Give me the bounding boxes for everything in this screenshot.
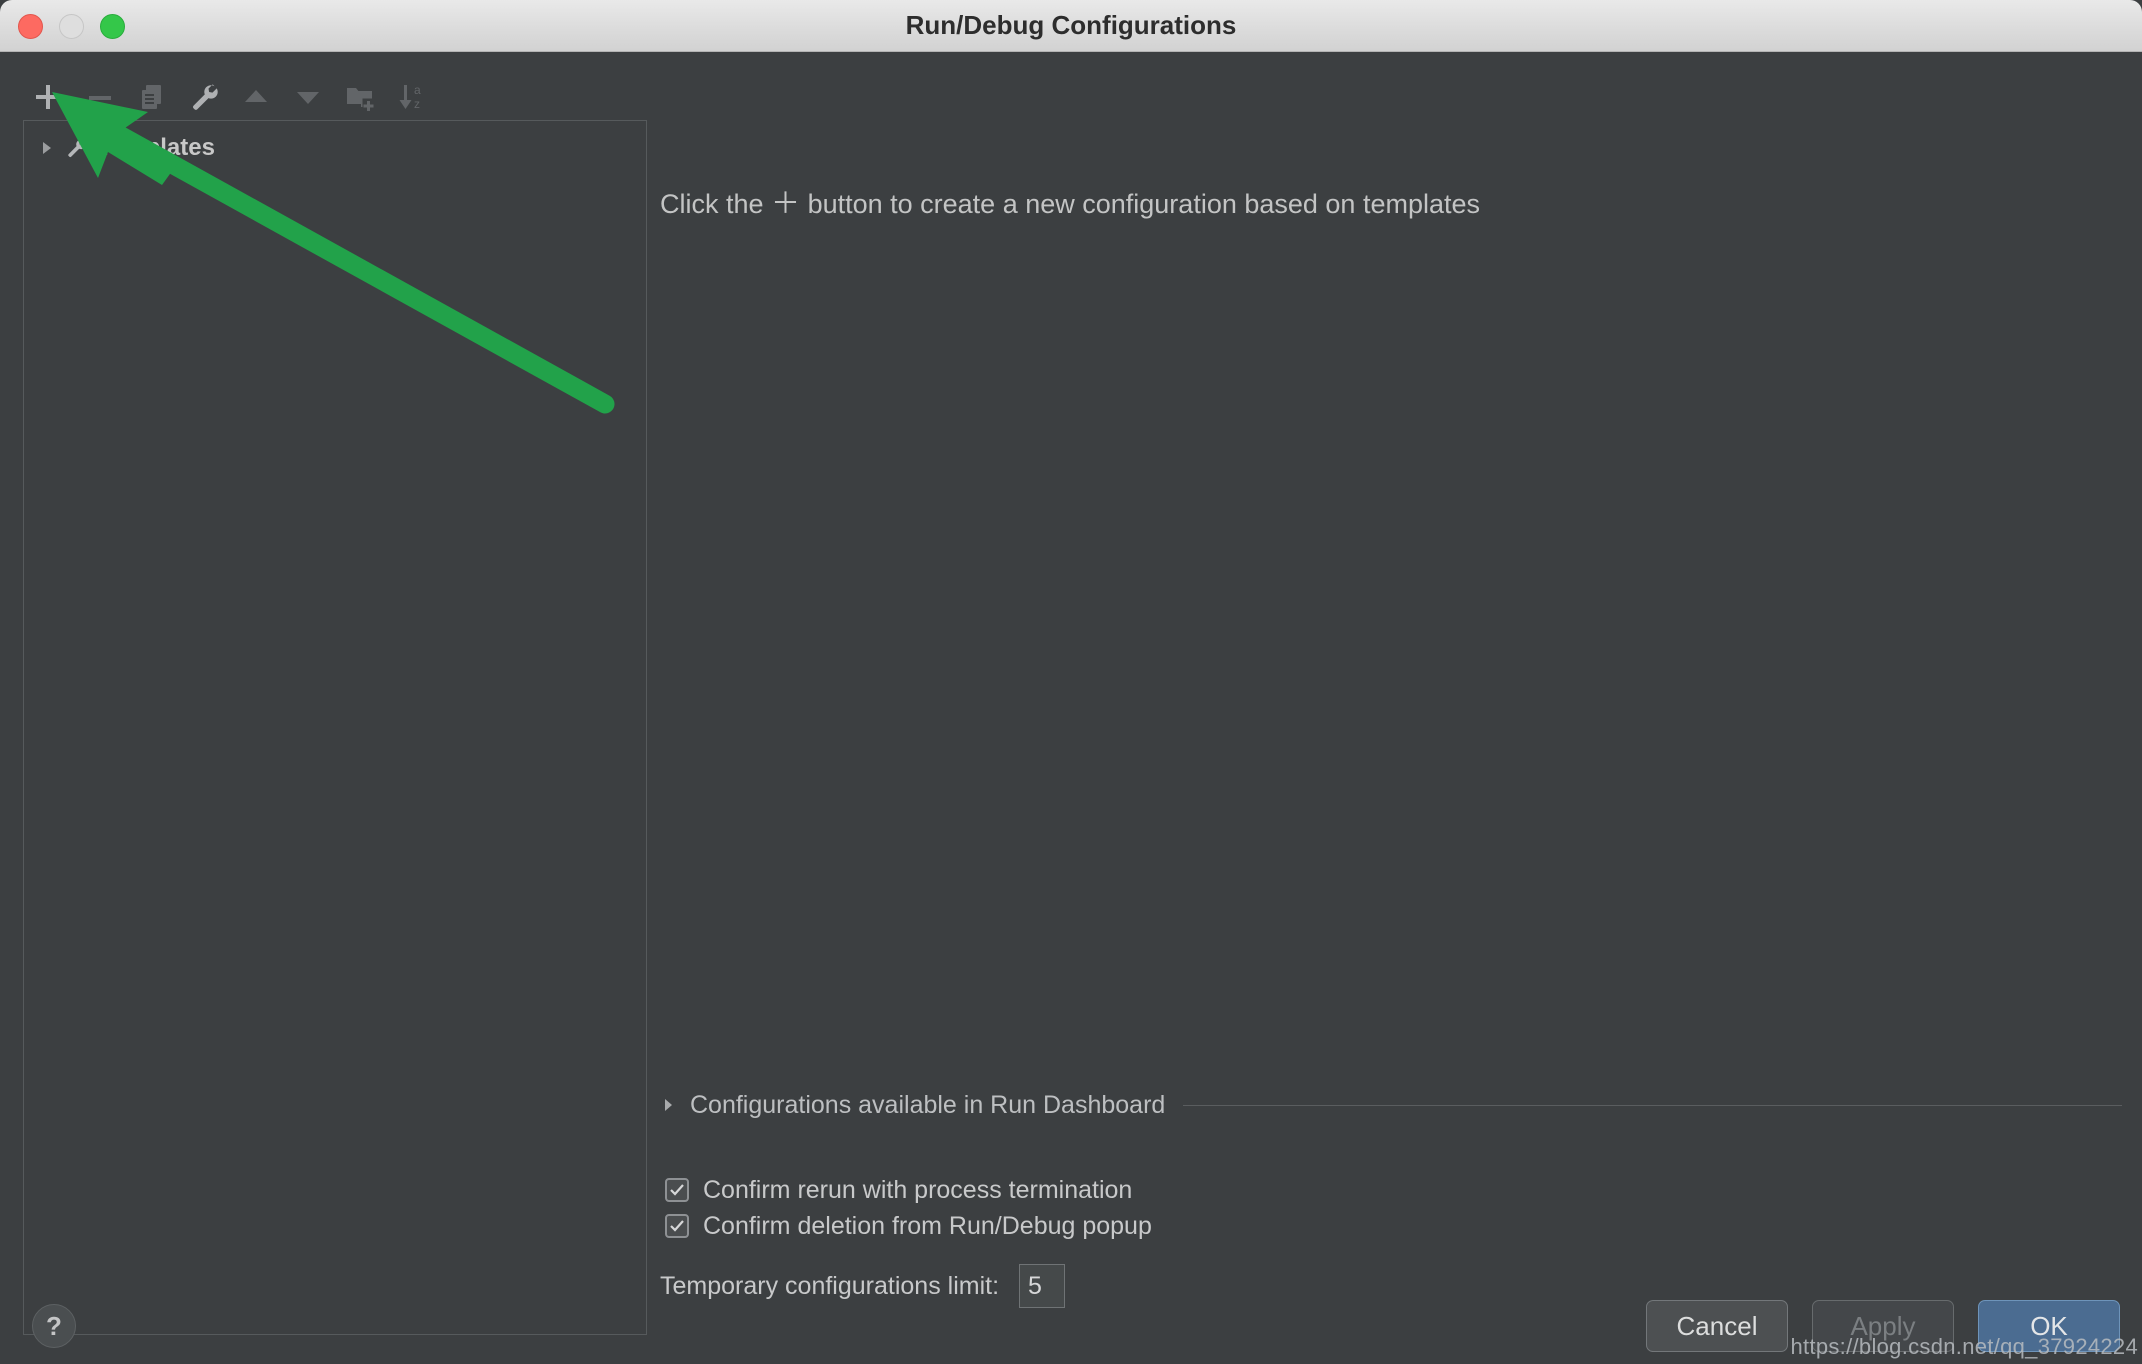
edit-templates-button[interactable] [178, 74, 230, 120]
sort-configurations-button[interactable]: a z [386, 74, 438, 120]
temporary-limit-row: Temporary configurations limit: [660, 1264, 1066, 1308]
temporary-limit-label: Temporary configurations limit: [660, 1271, 1000, 1300]
checkmark-icon [670, 1220, 684, 1232]
empty-state-hint: Click the ＋ button to create a new confi… [660, 180, 1480, 222]
copy-configuration-button[interactable] [126, 74, 178, 120]
sort-az-icon: a z [399, 83, 421, 111]
run-dashboard-label: Configurations available in Run Dashboar… [690, 1090, 1166, 1119]
cancel-button[interactable]: Cancel [1646, 1300, 1788, 1352]
minus-icon [89, 96, 111, 100]
dialog-body: a z Templates Click the ＋ button to crea… [0, 52, 2142, 1364]
chevron-right-icon[interactable] [660, 1097, 690, 1113]
move-up-button[interactable] [230, 74, 282, 120]
run-debug-configurations-window: Run/Debug Configurations a z Templates C… [0, 0, 2142, 1364]
confirm-deletion-label: Confirm deletion from Run/Debug popup [703, 1211, 1152, 1240]
hint-plus-glyph: ＋ [771, 188, 801, 220]
copy-icon [142, 85, 161, 109]
folder-add-icon [347, 88, 375, 113]
new-folder-button[interactable] [334, 74, 386, 120]
temporary-limit-input[interactable] [1019, 1264, 1066, 1308]
move-down-button[interactable] [282, 74, 334, 120]
hint-suffix: button to create a new configuration bas… [800, 189, 1481, 219]
chevron-right-icon[interactable] [34, 139, 60, 157]
confirm-rerun-checkbox-row[interactable]: Confirm rerun with process termination [665, 1172, 1132, 1208]
help-button[interactable]: ? [32, 1304, 76, 1348]
confirm-deletion-checkbox-row[interactable]: Confirm deletion from Run/Debug popup [665, 1208, 1152, 1244]
configurations-toolbar: a z [22, 72, 642, 122]
checkmark-icon [670, 1184, 684, 1196]
wrench-icon [193, 84, 218, 110]
triangle-down-icon [297, 92, 319, 104]
remove-configuration-button[interactable] [74, 74, 126, 120]
tree-item-templates[interactable]: Templates [24, 129, 648, 167]
section-divider [1183, 1104, 2122, 1106]
confirm-deletion-checkbox[interactable] [665, 1214, 689, 1238]
confirm-rerun-checkbox[interactable] [665, 1178, 689, 1202]
plus-icon [36, 85, 60, 109]
add-configuration-button[interactable] [22, 74, 74, 120]
run-dashboard-section-header[interactable]: Configurations available in Run Dashboar… [660, 1088, 2122, 1122]
watermark-text: https://blog.csdn.net/qq_37924224 [1790, 1334, 2138, 1359]
tree-item-label: Templates [98, 134, 215, 161]
triangle-up-icon [245, 90, 267, 102]
svg-text:z: z [414, 97, 420, 111]
svg-text:a: a [414, 83, 421, 97]
window-titlebar: Run/Debug Configurations [0, 0, 2142, 52]
configurations-tree-panel[interactable]: Templates [23, 120, 647, 1335]
hint-prefix: Click the [660, 189, 772, 219]
wrench-icon [60, 136, 92, 160]
confirm-rerun-label: Confirm rerun with process termination [703, 1175, 1133, 1204]
window-title: Run/Debug Configurations [905, 10, 1237, 40]
